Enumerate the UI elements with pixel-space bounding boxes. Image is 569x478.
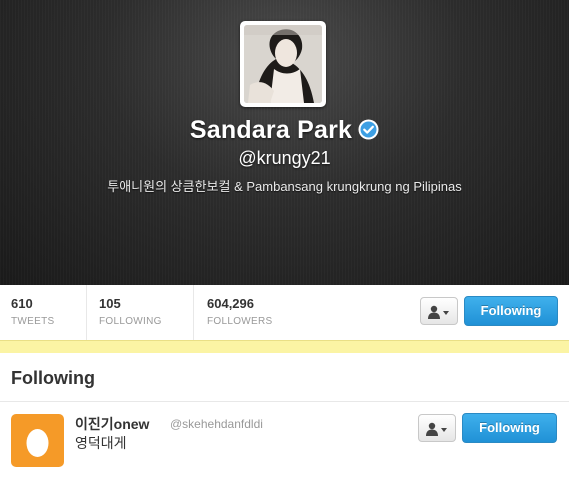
user-actions-button[interactable] [420, 297, 458, 325]
user-actions-button[interactable] [418, 414, 456, 442]
following-button[interactable]: Following [462, 413, 557, 443]
profile-stats: 610 TWEETS 105 FOLLOWING 604,296 FOLLOWE… [0, 285, 569, 341]
stat-followers-label: FOLLOWERS [207, 316, 273, 327]
stat-tweets[interactable]: 610 TWEETS [11, 285, 85, 340]
profile-handle: @krungy21 [238, 148, 331, 168]
section-title: Following [11, 368, 95, 388]
stat-followers-value: 604,296 [207, 296, 254, 311]
following-button[interactable]: Following [464, 296, 558, 326]
user-name[interactable]: 이진기onew [75, 414, 149, 434]
person-dropdown-icon [428, 305, 449, 319]
display-name: Sandara Park [189, 116, 353, 144]
user-bio: 영덕대게 [75, 435, 127, 451]
stat-followers[interactable]: 604,296 FOLLOWERS [207, 285, 317, 340]
profile-bio: 투애니원의 상큼한보컬 & Pambansang krungkrung ng P… [107, 179, 462, 194]
stat-following-value: 105 [99, 296, 121, 311]
notice-bar [0, 340, 569, 354]
stat-tweets-label: TWEETS [11, 316, 55, 327]
stat-divider [193, 285, 194, 340]
profile-avatar[interactable] [240, 21, 326, 107]
profile-header: Sandara Park @krungy21 투애니원의 상큼한보컬 & Pam… [0, 0, 569, 285]
verified-badge-icon [358, 119, 379, 140]
list-item[interactable]: 이진기onew @skehehdanfdldi 영덕대게 Following [0, 402, 569, 478]
stat-divider [86, 285, 87, 340]
egg-icon [26, 429, 49, 457]
default-egg-avatar[interactable] [11, 414, 64, 467]
person-dropdown-icon [426, 422, 447, 436]
stat-tweets-value: 610 [11, 296, 33, 311]
stat-following-label: FOLLOWING [99, 316, 162, 327]
stat-following[interactable]: 105 FOLLOWING [99, 285, 193, 340]
user-handle[interactable]: @skehehdanfdldi [170, 417, 263, 431]
profile-photo [244, 25, 322, 103]
following-section-header: Following [0, 353, 569, 402]
